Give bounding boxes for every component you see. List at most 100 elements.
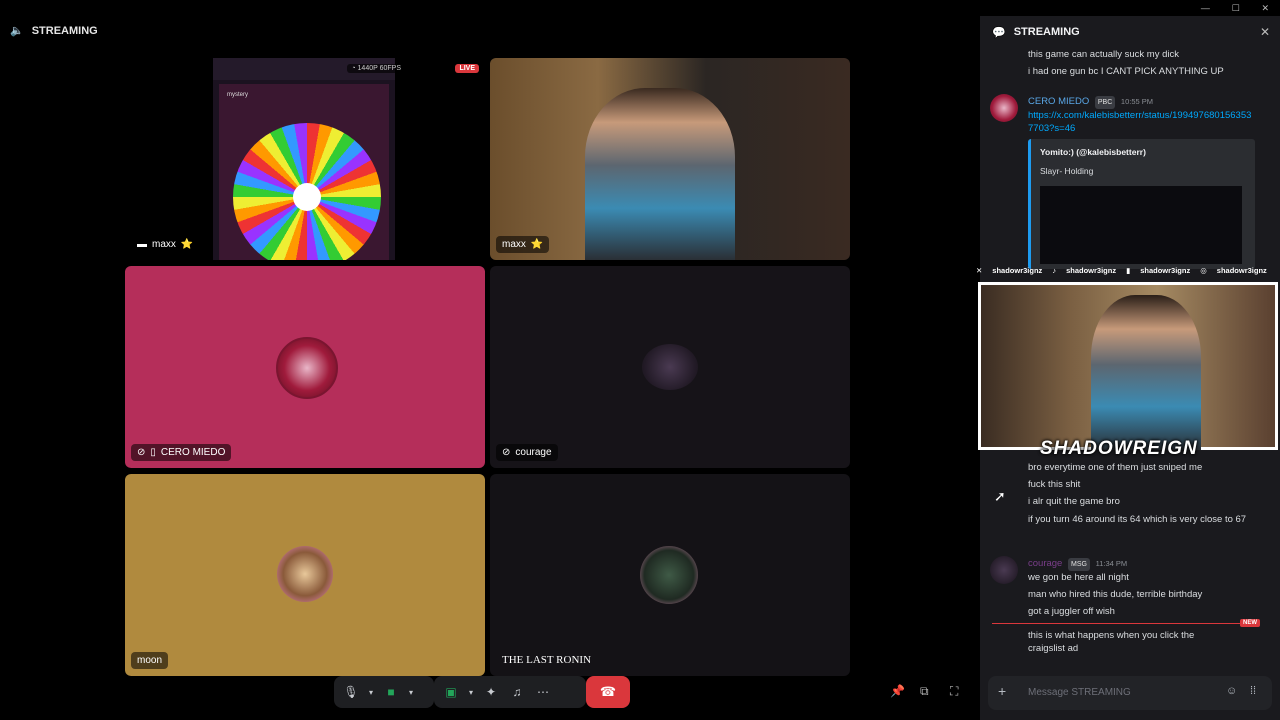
chevron-down-icon[interactable]: ▾ xyxy=(464,679,478,705)
message-line: bro everytime one of them just sniped me xyxy=(1028,462,1203,473)
soundboard-icon[interactable]: ♫ xyxy=(504,679,530,705)
facecam-overlay xyxy=(978,282,1278,450)
message-line: i alr quit the game bro xyxy=(1028,496,1120,507)
mystery-label: mystery xyxy=(227,92,248,98)
embed-video[interactable] xyxy=(1040,186,1242,264)
social-handle: shadowr3ignz xyxy=(992,265,1043,275)
close-window-icon[interactable]: ✕ xyxy=(1262,3,1270,14)
chevron-down-icon[interactable]: ▾ xyxy=(364,679,378,705)
participant-tile-courage[interactable]: ⊘ courage xyxy=(490,266,850,468)
message-line: i had one gun bc I CANT PICK ANYTHING UP xyxy=(1028,66,1224,77)
message-line: this is what happens when you click the … xyxy=(1028,630,1195,654)
webcam-person xyxy=(585,88,735,260)
camera-tile-maxx[interactable]: maxx ⭐ xyxy=(490,58,850,260)
timestamp: 11:34 PM xyxy=(1095,559,1128,568)
speaker-icon: 🔈 xyxy=(10,25,24,37)
message-line: we gon be here all night xyxy=(1028,572,1129,583)
link-embed[interactable]: Yomito:) (@kalebisbetterr) Slayr- Holdin… xyxy=(1028,139,1255,269)
window-controls: — ☐ ✕ xyxy=(1190,0,1280,16)
tiktok-icon: ♪ xyxy=(1052,265,1057,275)
more-icon[interactable]: ⋯ xyxy=(530,679,556,705)
participant-nameplate: ▬ maxx ⭐ xyxy=(131,236,199,253)
brand-logo: SHADOWREIGN xyxy=(1040,438,1198,459)
star-icon: ⭐ xyxy=(180,239,194,250)
participant-tile-moon[interactable]: moon xyxy=(125,474,485,676)
twitch-icon: ▮ xyxy=(1126,265,1131,275)
add-attachment-icon[interactable]: + xyxy=(998,683,1006,699)
social-handle: shadowr3ignz xyxy=(1066,265,1117,275)
fullscreen-icon[interactable]: ⛶ xyxy=(950,684,958,699)
message-header: CERO MIEDO PBC 10:55 PM xyxy=(1028,95,1153,109)
close-icon[interactable]: ✕ xyxy=(1260,25,1270,39)
message-line: man who hired this dude, terrible birthd… xyxy=(1028,589,1203,600)
participant-name: CERO MIEDO xyxy=(160,447,226,458)
activities-icon[interactable]: ✦ xyxy=(478,679,504,705)
new-messages-divider xyxy=(992,623,1254,624)
timestamp: 10:55 PM xyxy=(1120,97,1154,106)
screen-share-icon[interactable]: ▣ xyxy=(438,679,464,705)
social-handle: shadowr3ignz xyxy=(1140,265,1191,275)
message-input[interactable]: Message STREAMING xyxy=(1028,687,1131,698)
avatar xyxy=(642,344,698,390)
message-line: this game can actually suck my dick xyxy=(1028,49,1180,60)
message-header: courage MSG 11:34 PM xyxy=(1028,557,1127,571)
popout-icon[interactable]: ⧉ xyxy=(920,684,929,699)
participant-nameplate: ⊘ ▯ CERO MIEDO xyxy=(131,444,232,461)
quality-badge: ◔ 1440P 60FPS xyxy=(347,64,405,73)
maximize-icon[interactable]: ☐ xyxy=(1232,3,1240,14)
shared-screen: mystery xyxy=(213,58,395,260)
spin-wheel xyxy=(233,123,381,260)
participant-nameplate: ⊘ courage xyxy=(496,444,558,461)
facecam-person xyxy=(1091,295,1201,450)
instagram-icon: ◎ xyxy=(1200,265,1207,275)
microphone-icon[interactable]: 🎙 xyxy=(338,679,364,705)
emoji-icon[interactable]: ☺ xyxy=(1226,685,1237,697)
participant-name: maxx xyxy=(152,239,176,250)
end-call-button[interactable]: ☎ xyxy=(586,676,630,708)
mic-muted-icon: ⊘ xyxy=(502,447,511,458)
message-composer[interactable]: + Message STREAMING ☺ ⁞⁞ xyxy=(988,676,1272,710)
chevron-down-icon[interactable]: ▾ xyxy=(404,679,418,705)
participant-nameplate: maxx ⭐ xyxy=(496,236,550,253)
minimize-icon[interactable]: — xyxy=(1201,3,1210,13)
stage-header: 🔈 STREAMING xyxy=(10,24,98,38)
wheel-hub xyxy=(293,183,321,211)
screen-share-tile[interactable]: mystery ◔ 1440P 60FPS LIVE ▬ maxx ⭐ xyxy=(125,58,485,260)
participant-tile-last-ronin[interactable]: THE LAST RONIN xyxy=(490,474,850,676)
audio-video-controls: 🎙 ▾ ■ ▾ xyxy=(334,676,434,708)
apps-icon[interactable]: ⁞⁞ xyxy=(1250,685,1256,697)
tag-badge: PBC xyxy=(1094,96,1116,109)
participant-name: maxx xyxy=(502,239,526,250)
social-handles-bar: ✕ shadowr3ignz ♪ shadowr3ignz ▮ shadowr3ign… xyxy=(972,262,1280,278)
mouse-cursor: ➚ xyxy=(994,488,1006,504)
chat-bubble-icon: 💬 xyxy=(992,26,1006,39)
message-link[interactable]: https://x.com/kalebisbetterr/status/1994… xyxy=(1028,109,1252,135)
end-call-icon: ☎ xyxy=(599,684,617,699)
participant-tile-cero-miedo[interactable]: ⊘ ▯ CERO MIEDO xyxy=(125,266,485,468)
avatar[interactable] xyxy=(990,556,1018,584)
live-badge: LIVE xyxy=(455,64,479,73)
participant-nameplate: THE LAST RONIN xyxy=(496,651,597,669)
channel-title: STREAMING xyxy=(31,24,98,37)
participant-name: moon xyxy=(137,655,163,666)
x-logo-icon: ✕ xyxy=(976,265,983,275)
participant-name: THE LAST RONIN xyxy=(502,654,592,666)
message-line: got a juggler off wish xyxy=(1028,606,1115,617)
message-line: fuck this shit xyxy=(1028,479,1081,490)
social-handle: shadowr3ignz xyxy=(1216,265,1267,275)
tag-badge: MSG xyxy=(1067,558,1090,571)
pin-icon[interactable]: 📌 xyxy=(890,684,905,698)
phone-icon: ▯ xyxy=(150,447,156,458)
avatar[interactable] xyxy=(990,94,1018,122)
message-author[interactable]: courage xyxy=(1028,558,1062,569)
activity-controls: ▣ ▾ ✦ ♫ ⋯ xyxy=(434,676,586,708)
avatar xyxy=(640,546,698,604)
camera-icon[interactable]: ■ xyxy=(378,679,404,705)
message-author[interactable]: CERO MIEDO xyxy=(1028,96,1089,107)
star-icon: ⭐ xyxy=(530,239,544,250)
screen-icon: ▬ xyxy=(137,239,147,250)
embed-text: Slayr- Holding xyxy=(1040,166,1094,176)
avatar xyxy=(277,546,333,602)
participant-nameplate: moon xyxy=(131,652,169,669)
message-line: if you turn 46 around its 64 which is ve… xyxy=(1028,514,1247,525)
